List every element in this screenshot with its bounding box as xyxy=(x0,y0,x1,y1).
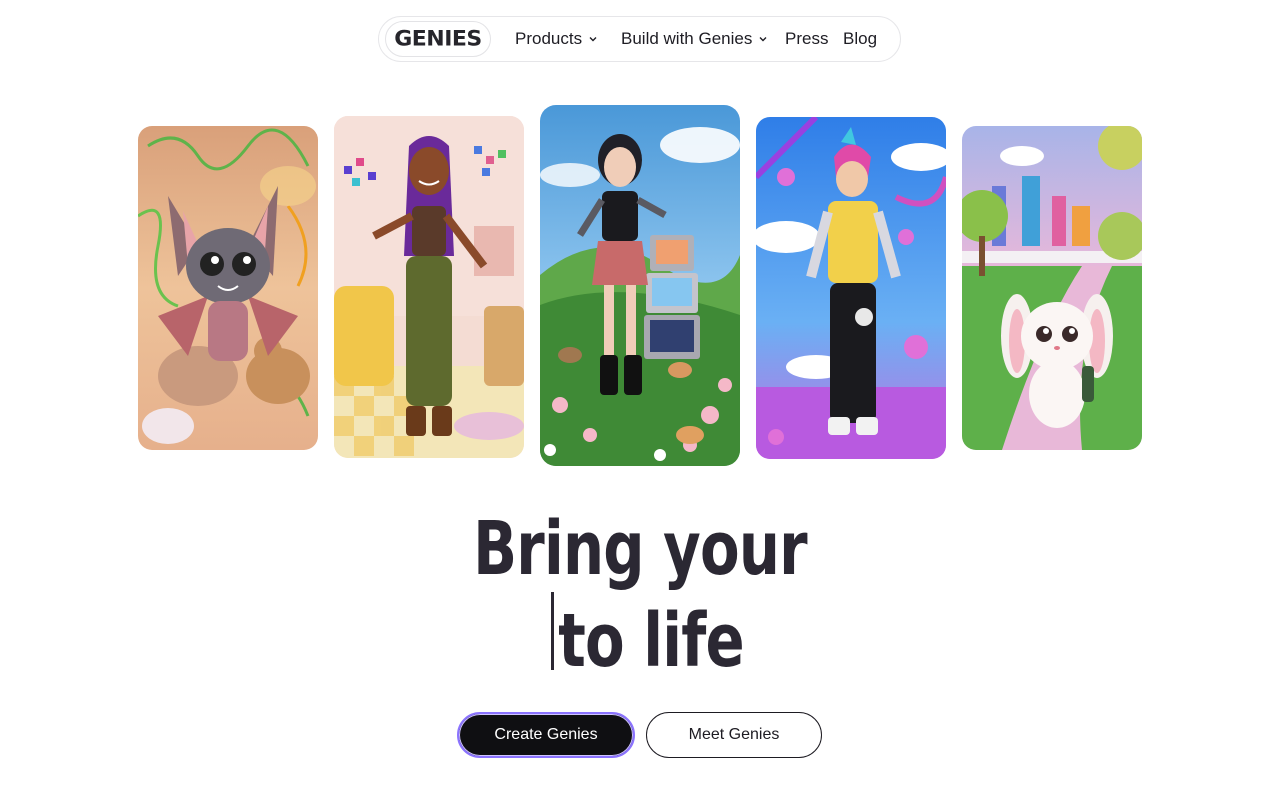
nav-item-build-with-genies[interactable]: Build with Genies xyxy=(621,29,768,49)
nav-item-label: Blog xyxy=(843,29,878,48)
hero-headline-line2: to life xyxy=(558,598,744,684)
girl-bedroom-image xyxy=(334,116,524,458)
hero-headline-line1: Bring your xyxy=(473,506,808,592)
logo-text: GENIES xyxy=(394,27,482,51)
bat-creature-image xyxy=(138,126,318,450)
meet-genies-button[interactable]: Meet Genies xyxy=(646,712,822,758)
gallery-card-girl-bedroom xyxy=(334,116,524,458)
gallery-card-goth-girl xyxy=(540,105,740,466)
bunny-image xyxy=(962,126,1142,450)
nav-item-label: Products xyxy=(515,29,583,48)
goth-girl-image xyxy=(540,105,740,466)
nav-item-products[interactable]: Products xyxy=(515,29,598,49)
gallery-card-bunny xyxy=(962,126,1142,450)
chevron-down-icon xyxy=(589,37,597,42)
genies-logo[interactable]: GENIES xyxy=(385,21,491,57)
create-genies-button[interactable]: Create Genies xyxy=(457,712,635,758)
nav-item-label: Build with Genies xyxy=(621,29,753,48)
gallery-card-bat-creature xyxy=(138,126,318,450)
nav-item-blog[interactable]: Blog xyxy=(843,29,877,49)
top-nav: GENIES Products Build with Genies Press … xyxy=(378,16,901,62)
boy-pink-hair-image xyxy=(756,117,946,459)
gallery-card-boy-pink-hair xyxy=(756,117,946,459)
nav-item-label: Press xyxy=(785,29,829,48)
chevron-down-icon xyxy=(759,37,767,42)
nav-item-press[interactable]: Press xyxy=(785,29,828,49)
